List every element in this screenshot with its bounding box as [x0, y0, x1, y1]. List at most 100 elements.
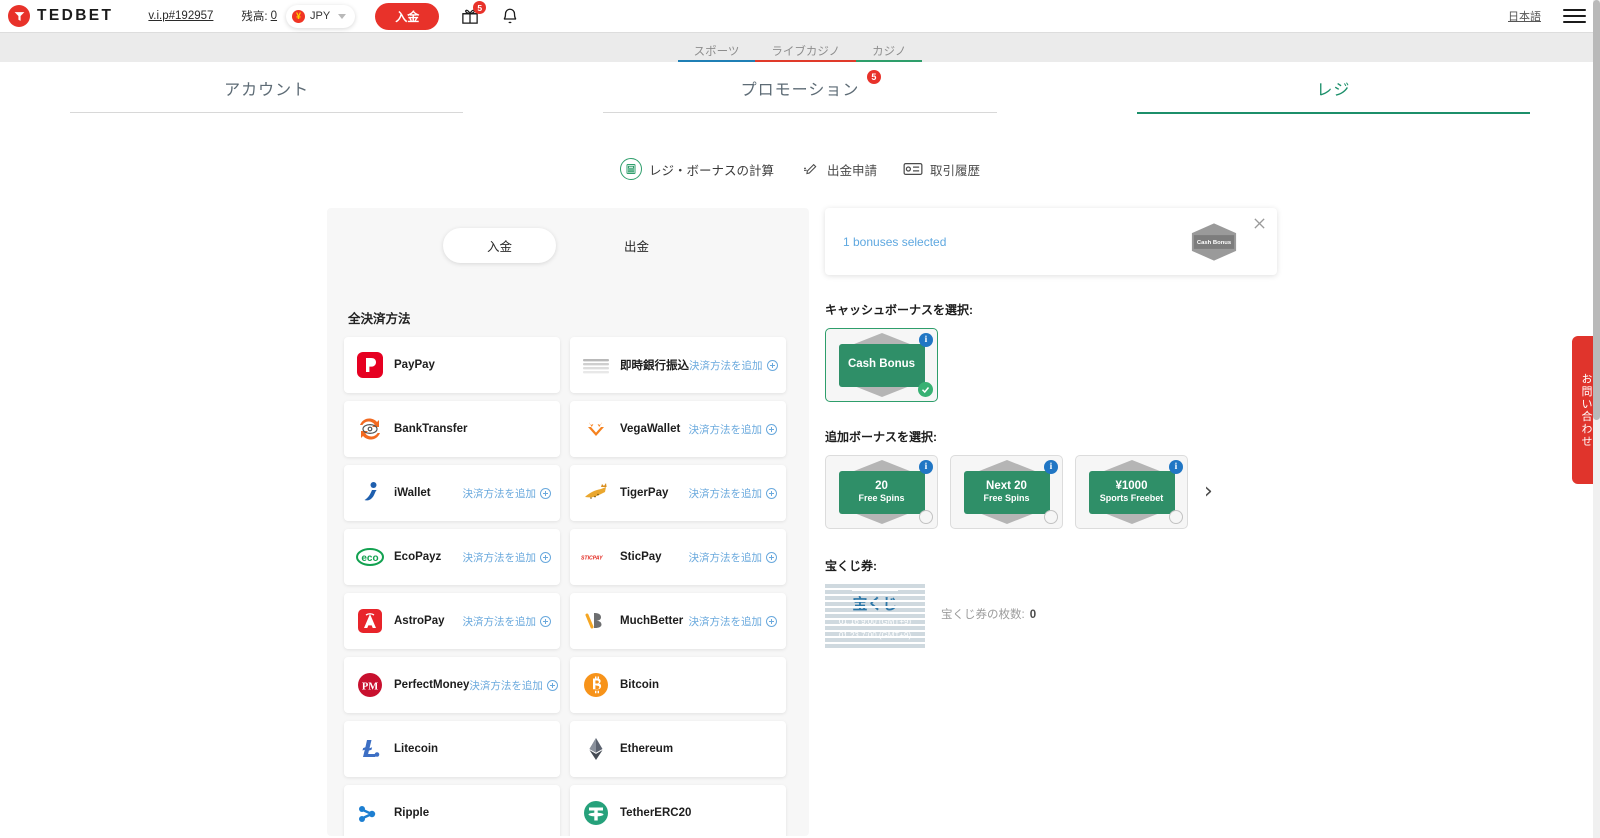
page-scrollbar[interactable] — [1593, 0, 1600, 838]
bonus-subtitle: Free Spins — [983, 493, 1030, 504]
hamburger-menu-icon[interactable] — [1563, 8, 1586, 24]
action-withdraw-request[interactable]: 出金申請 — [800, 160, 877, 179]
lottery-ticket[interactable]: 宝くじ 01.16 9:00 (GMT+9) 01.23 7:00 (GMT+9… — [825, 584, 925, 648]
info-icon[interactable]: i — [1044, 460, 1058, 474]
language-selector[interactable]: 日本語 — [1508, 8, 1541, 24]
category-casino[interactable]: カジノ — [856, 46, 923, 63]
payment-method-card[interactable]: 即時銀行振込 決済方法を追加 — [570, 337, 786, 393]
payment-method-card[interactable]: iWallet 決済方法を追加 — [344, 465, 560, 521]
payment-method-card[interactable]: Litecoin — [344, 721, 560, 777]
tab-promotions-underline — [603, 112, 997, 113]
payment-method-card[interactable]: STICPAY SticPay 決済方法を追加 — [570, 529, 786, 585]
payment-method-card[interactable]: MuchBetter 決済方法を追加 — [570, 593, 786, 649]
add-payment-method-link[interactable]: 決済方法を追加 — [688, 486, 777, 501]
payment-method-card[interactable]: AstroPay 決済方法を追加 — [344, 593, 560, 649]
bonus-plate: Next 20 Free Spins — [963, 470, 1050, 514]
extra-bonus-card[interactable]: Next 20 Free Spins i — [950, 455, 1063, 529]
payment-method-name: PerfectMoney — [394, 679, 470, 691]
add-payment-method-link[interactable]: 決済方法を追加 — [689, 422, 777, 437]
svg-text:STICPAY: STICPAY — [581, 555, 603, 561]
tab-cashier[interactable]: レジ — [1067, 76, 1600, 112]
info-icon[interactable]: i — [919, 333, 933, 347]
cashier-sub-actions: レジ・ボーナスの計算 出金申請 取引履歴 — [0, 158, 1600, 180]
contact-us-label: お問い合わせ — [1580, 372, 1592, 448]
lottery-count-label: 宝くじ券の枚数: — [941, 609, 1025, 621]
action-bonus-calculator[interactable]: レジ・ボーナスの計算 — [619, 158, 774, 180]
toggle-withdraw[interactable]: 出金 — [580, 228, 693, 263]
add-payment-method-link[interactable]: 決済方法を追加 — [688, 614, 777, 629]
page-scrollbar-thumb[interactable] — [1593, 0, 1600, 420]
deposit-button[interactable]: 入金 — [375, 2, 440, 30]
add-payment-method-link[interactable]: 決済方法を追加 — [463, 614, 551, 629]
extra-bonus-card[interactable]: 20 Free Spins i — [825, 455, 938, 529]
payment-method-card[interactable]: VegaWallet 決済方法を追加 — [570, 401, 786, 457]
vip-account-link[interactable]: v.i.p#192957 — [148, 10, 213, 22]
payment-method-card[interactable]: Ripple — [344, 785, 560, 836]
lottery-ticket-title: 宝くじ — [852, 590, 898, 614]
tab-promotions[interactable]: プロモーション 5 — [533, 70, 1066, 112]
gift-badge: 5 — [473, 1, 487, 14]
add-payment-method-link[interactable]: 決済方法を追加 — [689, 358, 778, 373]
payment-method-card[interactable]: TigerPay 決済方法を追加 — [570, 465, 786, 521]
info-icon[interactable]: i — [919, 460, 933, 474]
payment-method-name: TigerPay — [620, 487, 669, 499]
tab-account-label: アカウント — [224, 82, 310, 99]
muchbetter-logo — [581, 606, 611, 636]
add-payment-method-label: 決済方法を追加 — [688, 487, 763, 500]
payment-methods-title: 全決済方法 — [348, 312, 411, 326]
ripple-logo — [355, 798, 385, 828]
action-withdraw-request-label: 出金申請 — [826, 163, 877, 178]
payment-method-card[interactable]: Bitcoin — [570, 657, 786, 713]
bitcoin-logo — [581, 670, 611, 700]
add-payment-method-label: 決済方法を追加 — [688, 551, 763, 564]
plus-circle-icon — [766, 551, 777, 563]
extra-bonus-card[interactable]: ¥1000 Sports Freebet i — [1075, 455, 1188, 529]
payment-method-name: iWallet — [394, 487, 431, 499]
action-transaction-history[interactable]: 取引履歴 — [903, 160, 980, 179]
bonus-selected-text[interactable]: 1 bonuses selected — [843, 235, 946, 249]
category-live-casino[interactable]: ライブカジノ — [755, 46, 856, 63]
tab-cashier-underline — [1136, 112, 1530, 114]
cash-bonus-card[interactable]: Cash Bonus i — [825, 328, 938, 402]
toggle-deposit[interactable]: 入金 — [442, 228, 556, 263]
chevron-right-icon[interactable]: › — [1200, 481, 1217, 503]
payment-method-name: 即時銀行振込 — [620, 360, 689, 372]
bell-icon[interactable] — [501, 7, 519, 25]
tab-account-underline — [70, 112, 464, 113]
currency-coin-icon: ¥ — [292, 9, 306, 23]
payment-method-card[interactable]: BankTransfer — [344, 401, 560, 457]
paypay-logo — [355, 350, 385, 380]
bonus-radio[interactable] — [919, 510, 933, 524]
bonus-radio[interactable] — [1169, 510, 1183, 524]
info-icon[interactable]: i — [1169, 460, 1183, 474]
close-icon[interactable] — [1253, 217, 1266, 230]
brand-logo[interactable]: TEDBET — [8, 5, 113, 27]
bonus-panel: 1 bonuses selected Cash Bonus キャッシュボーナスを… — [825, 208, 1277, 648]
card-history-icon — [903, 163, 923, 175]
category-sports[interactable]: スポーツ — [677, 46, 756, 63]
payment-method-card[interactable]: TetherERC20 — [570, 785, 786, 836]
payment-method-card[interactable]: Ethereum — [570, 721, 786, 777]
lottery-count: 宝くじ券の枚数: 0 — [941, 584, 1036, 622]
currency-code: JPY — [310, 10, 331, 22]
bonus-subtitle: Free Spins — [858, 493, 905, 504]
balance-value[interactable]: 0 — [271, 10, 277, 22]
gift-icon[interactable]: 5 — [461, 1, 487, 25]
tab-account[interactable]: アカウント — [0, 76, 533, 112]
bonus-radio[interactable] — [1044, 510, 1058, 524]
payment-method-card[interactable]: PM PerfectMoney 決済方法を追加 — [344, 657, 560, 713]
payment-method-name: EcoPayz — [394, 551, 442, 563]
add-payment-method-link[interactable]: 決済方法を追加 — [463, 550, 551, 565]
add-payment-method-label: 決済方法を追加 — [688, 615, 763, 628]
plus-circle-icon — [540, 551, 551, 563]
plus-circle-icon — [540, 615, 551, 627]
add-payment-method-link[interactable]: 決済方法を追加 — [463, 486, 551, 501]
svg-text:eco: eco — [361, 553, 378, 564]
currency-selector[interactable]: ¥ JPY — [286, 4, 356, 28]
add-payment-method-link[interactable]: 決済方法を追加 — [469, 678, 558, 693]
bonus-selected-banner: 1 bonuses selected Cash Bonus — [825, 208, 1277, 275]
payment-method-card[interactable]: eco EcoPayz 決済方法を追加 — [344, 529, 560, 585]
add-payment-method-link[interactable]: 決済方法を追加 — [688, 550, 777, 565]
payment-method-card[interactable]: PayPay — [344, 337, 560, 393]
tab-cashier-label: レジ — [1316, 82, 1351, 99]
